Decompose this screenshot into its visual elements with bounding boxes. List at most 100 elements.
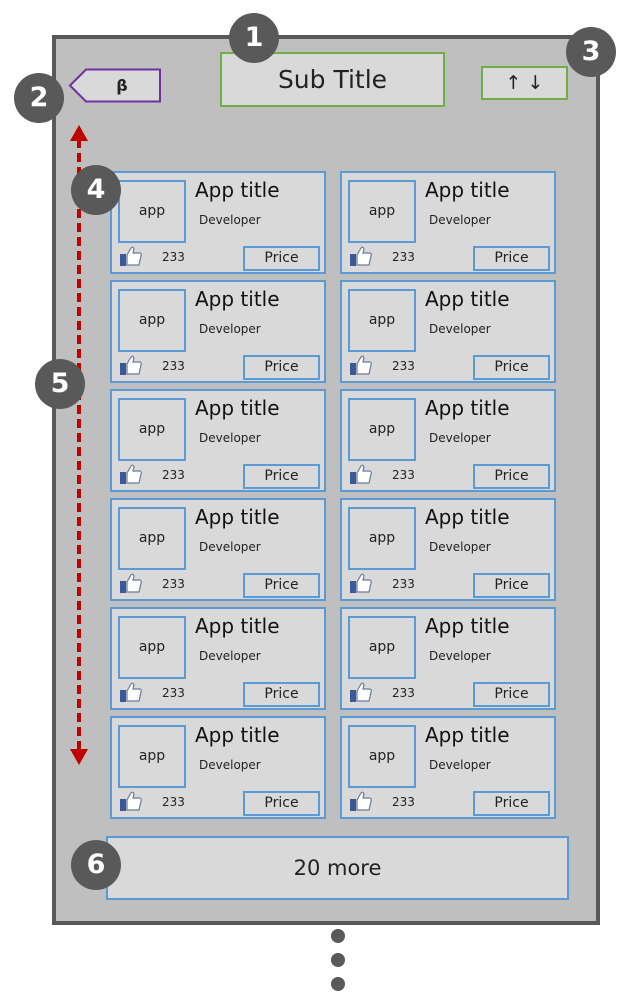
app-developer: Developer — [199, 758, 261, 772]
app-thumbnail[interactable]: app — [118, 725, 186, 788]
thumbs-up-icon[interactable] — [350, 355, 372, 375]
app-title: App title — [425, 287, 510, 311]
like-count: 233 — [162, 795, 185, 809]
like-count: 233 — [392, 795, 415, 809]
back-button[interactable]: β — [68, 68, 162, 103]
app-grid: app App title Developer 233 Price app App titl… — [110, 171, 558, 821]
app-title: App title — [425, 505, 510, 529]
like-count: 233 — [162, 359, 185, 373]
app-title: App title — [195, 614, 280, 638]
price-button[interactable]: Price — [243, 573, 320, 598]
price-button[interactable]: Price — [473, 246, 550, 271]
app-developer: Developer — [199, 322, 261, 336]
continuation-dot — [331, 953, 345, 967]
price-button[interactable]: Price — [473, 464, 550, 489]
app-thumbnail[interactable]: app — [118, 398, 186, 461]
thumbs-up-icon[interactable] — [120, 355, 142, 375]
thumbs-up-icon[interactable] — [350, 791, 372, 811]
app-thumbnail[interactable]: app — [118, 507, 186, 570]
price-button[interactable]: Price — [473, 791, 550, 816]
like-count: 233 — [392, 468, 415, 482]
back-button-label: β — [116, 76, 128, 95]
app-card[interactable]: app App title Developer 233 Price — [340, 389, 556, 492]
app-card[interactable]: app App title Developer 233 Price — [110, 716, 326, 819]
app-card[interactable]: app App title Developer 233 Price — [340, 171, 556, 274]
app-title: App title — [425, 178, 510, 202]
app-title: App title — [195, 723, 280, 747]
app-card[interactable]: app App title Developer 233 Price — [110, 171, 326, 274]
continuation-dot — [331, 977, 345, 991]
app-thumbnail[interactable]: app — [118, 616, 186, 679]
app-card[interactable]: app App title Developer 233 Price — [110, 389, 326, 492]
callout-badge-6: 6 — [71, 840, 121, 890]
price-button[interactable]: Price — [243, 246, 320, 271]
like-count: 233 — [162, 577, 185, 591]
like-count: 233 — [162, 250, 185, 264]
thumbs-up-icon[interactable] — [120, 573, 142, 593]
app-thumbnail[interactable]: app — [348, 289, 416, 352]
thumbs-up-icon[interactable] — [350, 246, 372, 266]
sort-button[interactable]: ↑ ↓ — [481, 66, 568, 100]
app-developer: Developer — [429, 649, 491, 663]
like-count: 233 — [392, 577, 415, 591]
like-count: 233 — [392, 250, 415, 264]
app-card[interactable]: app App title Developer 233 Price — [110, 607, 326, 710]
callout-badge-2: 2 — [14, 73, 64, 123]
like-count: 233 — [392, 359, 415, 373]
continuation-dot — [331, 929, 345, 943]
app-thumbnail[interactable]: app — [348, 616, 416, 679]
app-thumbnail[interactable]: app — [118, 289, 186, 352]
price-button[interactable]: Price — [473, 573, 550, 598]
thumbs-up-icon[interactable] — [350, 464, 372, 484]
price-button[interactable]: Price — [243, 791, 320, 816]
like-count: 233 — [392, 686, 415, 700]
app-card[interactable]: app App title Developer 233 Price — [340, 498, 556, 601]
app-title: App title — [195, 396, 280, 420]
app-thumbnail[interactable]: app — [348, 507, 416, 570]
app-developer: Developer — [429, 322, 491, 336]
thumbs-up-icon[interactable] — [120, 246, 142, 266]
price-button[interactable]: Price — [243, 682, 320, 707]
like-count: 233 — [162, 468, 185, 482]
price-button[interactable]: Price — [243, 355, 320, 380]
app-developer: Developer — [429, 758, 491, 772]
app-developer: Developer — [199, 213, 261, 227]
app-developer: Developer — [199, 431, 261, 445]
app-developer: Developer — [199, 649, 261, 663]
diagram-stage: β Sub Title ↑ ↓ app App title Developer 233… — [0, 0, 617, 1000]
app-card[interactable]: app App title Developer 233 Price — [340, 607, 556, 710]
app-developer: Developer — [429, 540, 491, 554]
thumbs-up-icon[interactable] — [120, 464, 142, 484]
app-developer: Developer — [429, 213, 491, 227]
callout-badge-4: 4 — [71, 165, 121, 215]
app-card[interactable]: app App title Developer 233 Price — [110, 498, 326, 601]
app-title: App title — [195, 505, 280, 529]
app-title: App title — [425, 614, 510, 638]
thumbs-up-icon[interactable] — [350, 573, 372, 593]
callout-badge-3: 3 — [566, 27, 616, 77]
app-thumbnail[interactable]: app — [118, 180, 186, 243]
callout-badge-5: 5 — [35, 359, 85, 409]
app-thumbnail[interactable]: app — [348, 180, 416, 243]
app-card[interactable]: app App title Developer 233 Price — [110, 280, 326, 383]
app-title: App title — [195, 287, 280, 311]
app-card[interactable]: app App title Developer 233 Price — [340, 280, 556, 383]
app-title: App title — [425, 723, 510, 747]
price-button[interactable]: Price — [473, 682, 550, 707]
thumbs-up-icon[interactable] — [350, 682, 372, 702]
app-card[interactable]: app App title Developer 233 Price — [340, 716, 556, 819]
callout-badge-1: 1 — [229, 13, 279, 63]
app-developer: Developer — [429, 431, 491, 445]
app-title: App title — [425, 396, 510, 420]
thumbs-up-icon[interactable] — [120, 682, 142, 702]
app-thumbnail[interactable]: app — [348, 398, 416, 461]
app-thumbnail[interactable]: app — [348, 725, 416, 788]
more-button[interactable]: 20 more — [106, 836, 569, 900]
app-developer: Developer — [199, 540, 261, 554]
price-button[interactable]: Price — [473, 355, 550, 380]
like-count: 233 — [162, 686, 185, 700]
thumbs-up-icon[interactable] — [120, 791, 142, 811]
price-button[interactable]: Price — [243, 464, 320, 489]
scroll-arrow-icon — [70, 125, 88, 765]
app-title: App title — [195, 178, 280, 202]
